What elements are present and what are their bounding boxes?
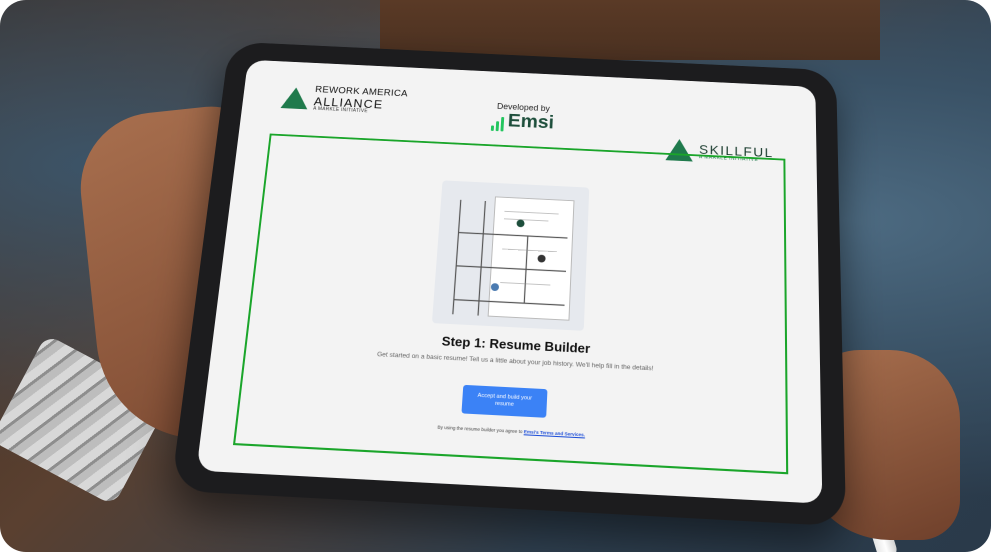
emsi-logo: Developed by Emsi (490, 101, 555, 133)
terms-notice: By using the resume builder you agree to… (238, 414, 786, 448)
accept-build-resume-button[interactable]: Accept and build your resume (461, 384, 548, 418)
content-frame: Step 1: Resume Builder Get started on a … (232, 133, 789, 475)
emsi-wordmark: Emsi (507, 111, 555, 133)
rework-triangle-icon (280, 86, 310, 110)
wood-table (380, 0, 880, 60)
emsi-bars-icon (490, 116, 505, 132)
terms-prefix: By using the resume builder you agree to (437, 424, 523, 435)
tablet-device: REWORK AMERICA ALLIANCE A MARKLE INITIAT… (170, 41, 847, 527)
terms-link[interactable]: Emsi's Terms and Services. (524, 429, 586, 437)
rework-america-logo: REWORK AMERICA ALLIANCE A MARKLE INITIAT… (280, 84, 408, 116)
scaffold-illustration (431, 180, 590, 331)
photo-background: REWORK AMERICA ALLIANCE A MARKLE INITIAT… (0, 0, 991, 552)
tablet-screen: REWORK AMERICA ALLIANCE A MARKLE INITIAT… (196, 59, 823, 504)
scaffold-icon (442, 190, 579, 325)
